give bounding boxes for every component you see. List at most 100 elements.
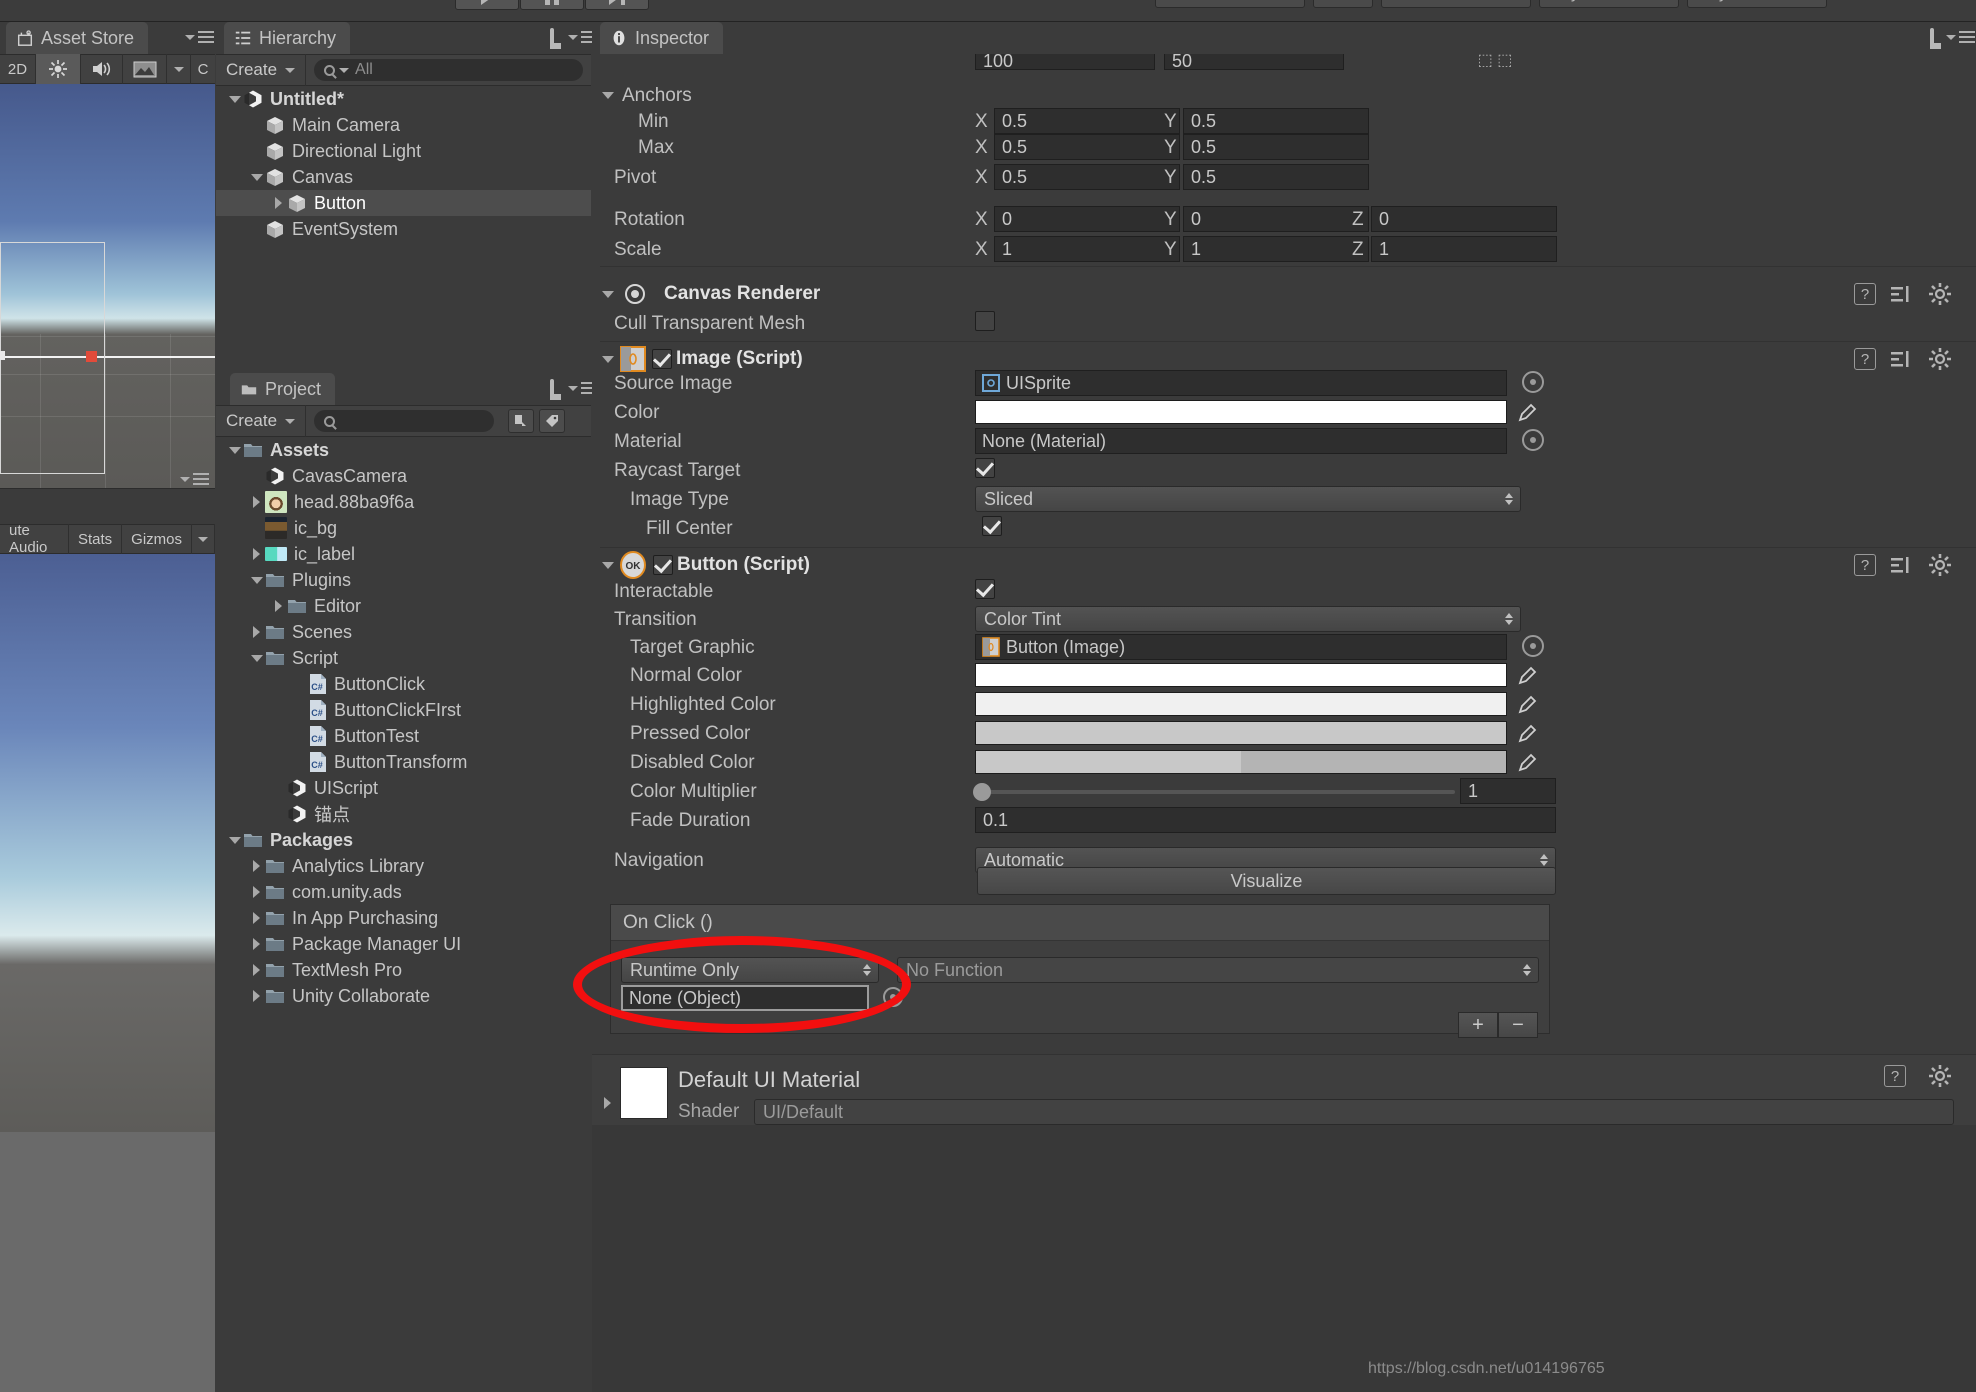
project-tree[interactable]: Assets CavasCamera head.88ba9f6a ic_bg ic_la… <box>216 437 591 1392</box>
inspector-lock-button[interactable] <box>1930 28 1934 49</box>
foldout-toggle[interactable] <box>248 169 265 186</box>
project-lock-button[interactable] <box>550 379 554 400</box>
hierarchy-create-button[interactable]: Create <box>216 54 307 86</box>
scene-lighting-toggle[interactable] <box>36 54 81 84</box>
scene-panel-menu[interactable] <box>185 31 214 43</box>
hierarchy-item[interactable]: Directional Light <box>216 138 591 164</box>
foldout-toggle[interactable] <box>270 598 287 615</box>
mute-audio-button[interactable]: ute Audio <box>0 522 69 556</box>
project-item[interactable]: Assets <box>216 437 591 463</box>
project-item[interactable]: Analytics Library <box>216 853 591 879</box>
image-material-picker-button[interactable] <box>1522 429 1544 451</box>
scene-audio-toggle[interactable] <box>81 54 123 84</box>
project-item[interactable]: Unity Collaborate <box>216 983 591 1009</box>
hierarchy-tree[interactable]: Untitled* Main Camera Directional Light Can… <box>216 86 591 372</box>
anchors-min-y-field[interactable]: 0.5 <box>1183 108 1369 134</box>
on-click-object-field[interactable]: None (Object) <box>621 985 869 1011</box>
project-item[interactable]: C# ButtonTransform <box>216 749 591 775</box>
source-image-picker-button[interactable] <box>1522 371 1544 393</box>
pivot-x-field[interactable]: 0.5 <box>994 164 1180 190</box>
foldout-toggle[interactable] <box>248 494 265 511</box>
source-image-field[interactable]: UISprite <box>975 370 1507 396</box>
normal-color-swatch[interactable] <box>975 663 1507 687</box>
anchors-max-x-field[interactable]: 0.5 <box>994 134 1180 160</box>
account-button[interactable]: Account <box>1381 0 1531 8</box>
shader-dropdown[interactable]: UI/Default <box>754 1099 1954 1125</box>
tab-inspector[interactable]: Inspector <box>600 22 724 54</box>
canvas-renderer-header[interactable]: Canvas Renderer ? <box>592 276 1976 312</box>
scene-gizmos-clip[interactable]: C <box>191 54 215 84</box>
project-item[interactable]: UIScript <box>216 775 591 801</box>
rect-blueprint-toggle[interactable]: ⬚ ⬚ <box>1462 54 1528 70</box>
scene-fx-toggle[interactable] <box>123 54 167 84</box>
color-multiplier-field[interactable]: 1 <box>1460 778 1556 804</box>
scale-y-field[interactable]: 1 <box>1183 236 1369 262</box>
gear-icon[interactable] <box>1928 553 1952 577</box>
gizmos-button[interactable]: Gizmos <box>122 524 192 554</box>
scene-anchor-handle[interactable] <box>0 351 5 360</box>
project-item[interactable]: head.88ba9f6a <box>216 489 591 515</box>
button-script-enabled-checkbox[interactable] <box>653 555 673 575</box>
game-panel-menu[interactable] <box>180 473 209 485</box>
rotation-y-field[interactable]: 0 <box>1183 206 1369 232</box>
target-graphic-field[interactable]: Button (Image) <box>975 634 1507 660</box>
eyedropper-icon[interactable] <box>1517 693 1539 715</box>
image-type-dropdown[interactable]: Sliced <box>975 486 1521 512</box>
foldout-toggle[interactable] <box>248 962 265 979</box>
fill-center-checkbox[interactable] <box>982 516 1002 536</box>
rotation-z-field[interactable]: 0 <box>1371 206 1557 232</box>
step-button[interactable] <box>585 0 649 10</box>
hierarchy-item[interactable]: Button <box>216 190 591 216</box>
image-material-field[interactable]: None (Material) <box>975 428 1507 454</box>
foldout-toggle[interactable] <box>226 442 243 459</box>
foldout-toggle[interactable] <box>248 910 265 927</box>
rotation-x-field[interactable]: 0 <box>994 206 1180 232</box>
on-click-remove-button[interactable]: − <box>1498 1012 1538 1038</box>
pivot-y-field[interactable]: 0.5 <box>1183 164 1369 190</box>
scene-viewport[interactable] <box>0 84 215 488</box>
target-graphic-picker-button[interactable] <box>1522 635 1544 657</box>
scale-x-field[interactable]: 1 <box>994 236 1180 262</box>
project-filter-label-button[interactable] <box>539 409 566 433</box>
help-icon[interactable]: ? <box>1884 1065 1906 1087</box>
toggle-2d-button[interactable]: 2D <box>0 54 36 84</box>
project-item[interactable]: C# ButtonTest <box>216 723 591 749</box>
presets-icon[interactable] <box>1890 555 1912 575</box>
project-item[interactable]: TextMesh Pro <box>216 957 591 983</box>
project-item[interactable]: Plugins <box>216 567 591 593</box>
scene-selection-handle[interactable] <box>86 351 97 362</box>
project-item[interactable]: Packages <box>216 827 591 853</box>
game-viewport[interactable] <box>0 554 215 1132</box>
project-search-input[interactable] <box>314 410 495 432</box>
gizmos-dropdown[interactable] <box>192 524 215 554</box>
project-create-button[interactable]: Create <box>216 405 307 437</box>
project-item[interactable]: In App Purchasing <box>216 905 591 931</box>
anchors-min-x-field[interactable]: 0.5 <box>994 108 1180 134</box>
hierarchy-search-input[interactable]: All <box>314 59 583 81</box>
project-item[interactable]: C# ButtonClickFIrst <box>216 697 591 723</box>
collab-button[interactable]: Collab <box>1155 0 1305 8</box>
foldout-toggle[interactable] <box>248 936 265 953</box>
disabled-color-swatch[interactable] <box>975 750 1507 774</box>
play-button[interactable] <box>455 0 519 10</box>
on-click-mode-dropdown[interactable]: Runtime Only <box>621 957 879 983</box>
rect-width-field[interactable]: 100 <box>975 54 1155 70</box>
foldout-toggle[interactable] <box>248 650 265 667</box>
on-click-function-dropdown[interactable]: No Function <box>897 957 1539 983</box>
image-color-swatch[interactable] <box>975 400 1507 424</box>
project-item[interactable]: Script <box>216 645 591 671</box>
scale-z-field[interactable]: 1 <box>1371 236 1557 262</box>
hierarchy-item[interactable]: Main Camera <box>216 112 591 138</box>
tab-asset-store[interactable]: Asset Store <box>6 22 149 54</box>
hierarchy-lock-button[interactable] <box>550 28 554 49</box>
project-item[interactable]: 锚点 <box>216 801 591 827</box>
project-item[interactable]: com.unity.ads <box>216 879 591 905</box>
foldout-toggle[interactable] <box>248 858 265 875</box>
image-script-enabled-checkbox[interactable] <box>652 349 672 369</box>
project-item[interactable]: Scenes <box>216 619 591 645</box>
pause-button[interactable] <box>520 0 584 10</box>
rect-height-field[interactable]: 50 <box>1164 54 1344 70</box>
project-item[interactable]: Package Manager UI <box>216 931 591 957</box>
help-icon[interactable]: ? <box>1854 283 1876 305</box>
raycast-target-checkbox[interactable] <box>975 458 995 478</box>
